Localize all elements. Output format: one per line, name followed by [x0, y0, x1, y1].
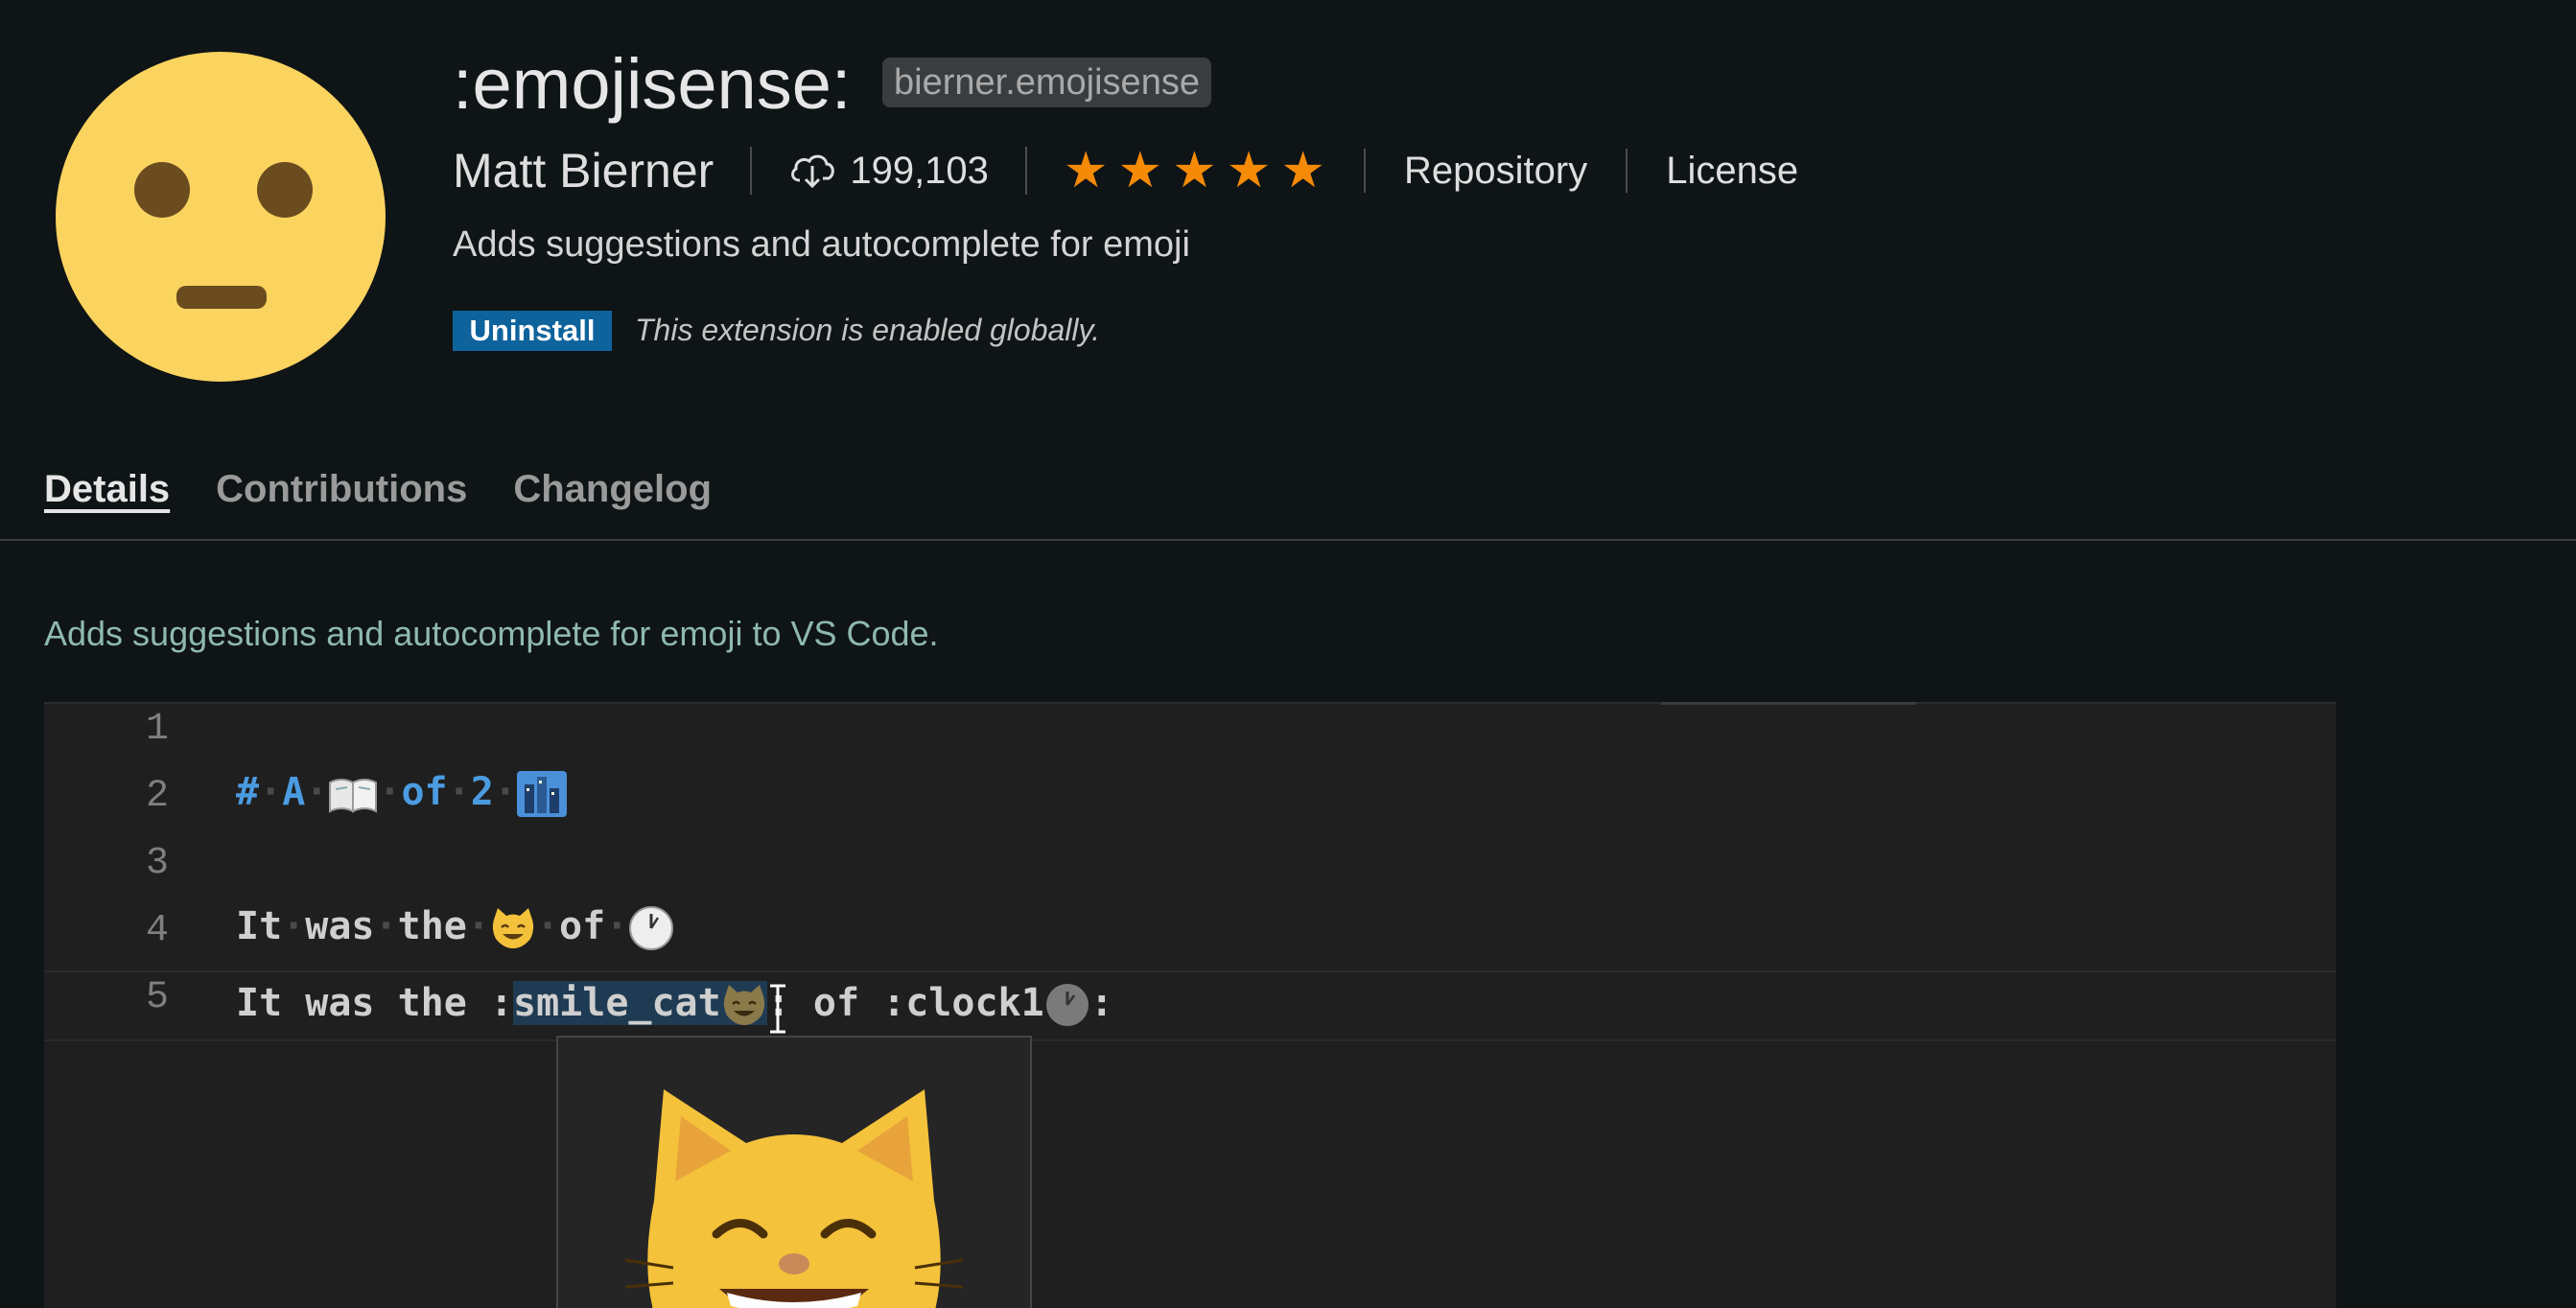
star-icon: ★	[1226, 143, 1272, 199]
code-text: It was the :	[236, 981, 513, 1025]
extension-title: :emojisense:	[453, 44, 852, 124]
md-heading-hash: #	[236, 770, 260, 814]
extension-id-badge: bierner.emojisense	[882, 58, 1211, 107]
meta-divider	[1364, 149, 1367, 193]
clock1-icon	[629, 906, 674, 950]
extension-description: Adds suggestions and autocomplete for em…	[453, 224, 1190, 265]
cityscape-icon	[516, 771, 567, 817]
emoji-preview-popup	[556, 1036, 1032, 1308]
code-word: the	[397, 904, 467, 948]
meta-divider	[1626, 149, 1628, 193]
md-heading-word: A	[282, 770, 306, 814]
rating-stars[interactable]: ★ ★ ★ ★ ★	[1064, 142, 1325, 199]
md-heading-word: of	[401, 770, 448, 814]
editor-top-border	[44, 702, 2336, 705]
publisher-name[interactable]: Matt Bierner	[453, 143, 714, 199]
install-count: 199,103	[850, 149, 989, 192]
line-number: 3	[145, 842, 169, 885]
text-cursor-icon	[770, 984, 785, 1034]
uninstall-button[interactable]: Uninstall	[453, 311, 612, 351]
license-link[interactable]: License	[1666, 150, 1798, 193]
line-number: 4	[145, 909, 169, 952]
smile-cat-icon	[492, 908, 534, 948]
line-number: 5	[145, 976, 169, 1019]
code-word: was	[305, 904, 375, 948]
smile-cat-icon	[624, 1089, 964, 1308]
tab-details[interactable]: Details	[44, 468, 170, 517]
code-text: : of :clock1	[766, 981, 1044, 1025]
code-line-4[interactable]: It·was·the· ·of·	[236, 898, 674, 955]
open-book-icon	[329, 779, 378, 813]
star-icon: ★	[1117, 143, 1163, 199]
line-number: 1	[145, 708, 169, 751]
star-icon: ★	[1280, 143, 1326, 199]
star-icon: ★	[1063, 143, 1109, 199]
neutral-face-icon	[56, 52, 386, 382]
tab-changelog[interactable]: Changelog	[513, 468, 712, 517]
star-icon: ★	[1172, 143, 1217, 199]
code-text: :	[1089, 981, 1113, 1025]
readme-demo-editor: 1 2 3 4 5 #·A· ·of·2· It·was·the· ·of· It …	[44, 702, 2336, 1308]
repository-link[interactable]: Repository	[1404, 150, 1587, 193]
line-number: 2	[145, 775, 169, 818]
selected-emoji-shortcode: smile_cat	[512, 981, 767, 1025]
clock1-icon	[1045, 984, 1089, 1026]
md-heading-word: 2	[470, 770, 494, 814]
extension-meta-row: Matt Bierner 199,103 ★ ★ ★ ★ ★ Repositor…	[453, 140, 1798, 201]
enabled-status-text: This extension is enabled globally.	[635, 313, 1101, 347]
meta-divider	[750, 147, 753, 195]
cloud-download-icon	[791, 154, 835, 189]
readme-intro-text: Adds suggestions and autocomplete for em…	[44, 614, 939, 653]
meta-divider	[1024, 147, 1027, 195]
code-word: It	[236, 904, 283, 948]
detail-tabs: Details Contributions Changelog	[44, 468, 712, 517]
code-line-5[interactable]: It was the :smile_cat: of :clock1:	[236, 974, 1113, 1032]
tabs-divider	[0, 539, 2576, 541]
smile-cat-icon	[723, 985, 764, 1025]
code-line-2[interactable]: #·A· ·of·2·	[236, 763, 567, 821]
tab-contributions[interactable]: Contributions	[216, 468, 467, 517]
code-word: of	[559, 904, 606, 948]
